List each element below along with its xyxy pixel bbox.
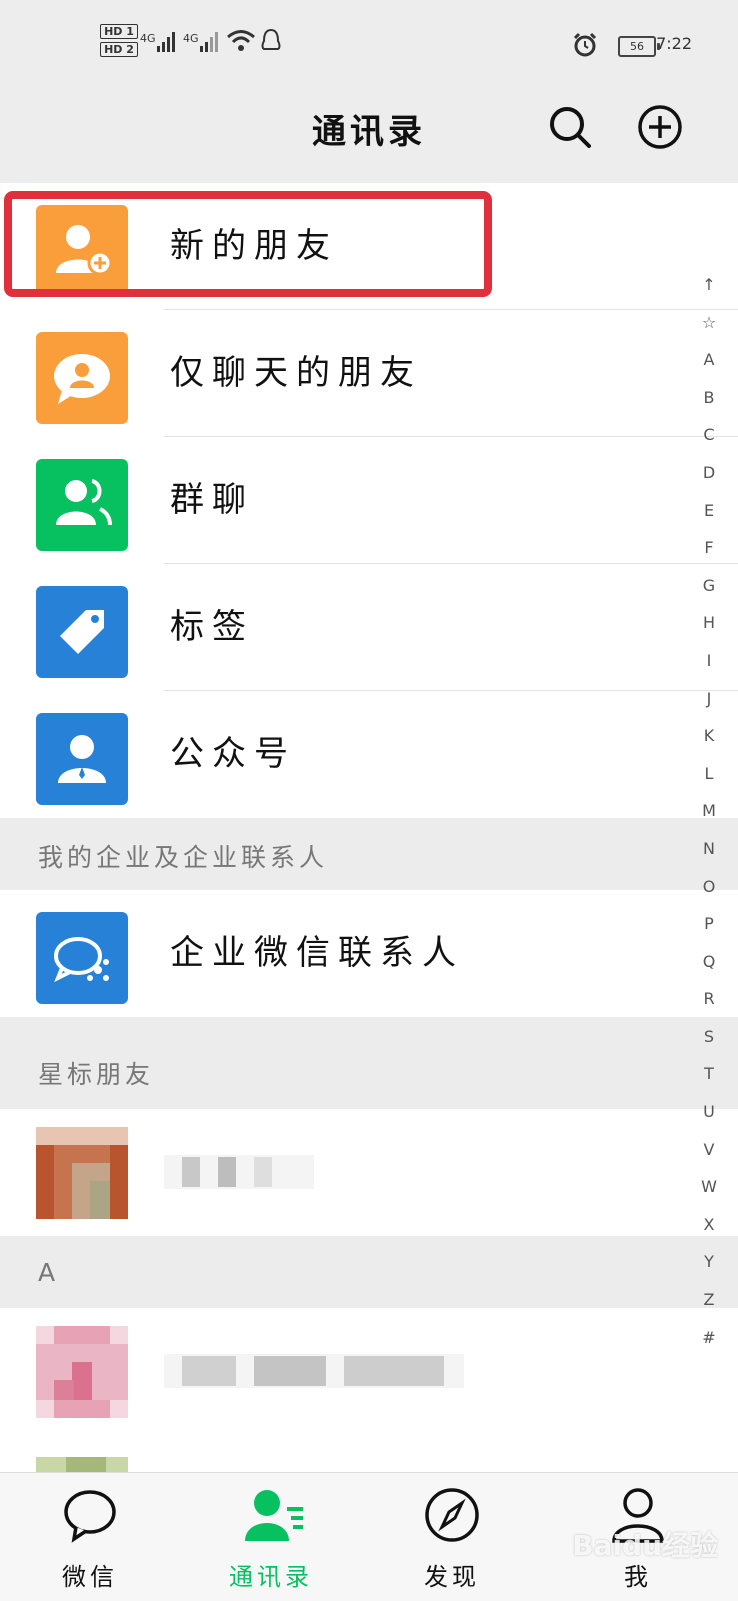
menu-tags[interactable]: 标签 [0, 564, 738, 691]
contact-row[interactable] [0, 1308, 738, 1435]
index-letter[interactable]: M [696, 792, 722, 830]
alarm-icon [573, 32, 597, 57]
index-letter[interactable]: O [696, 868, 722, 906]
alphabet-index[interactable]: ↑ ☆ A B C D E F G H I J K L M N O P Q R S T U V W X Y Z # [696, 266, 722, 1356]
chat-icon [64, 1490, 116, 1543]
contact-name-blurred [164, 1155, 314, 1189]
menu-label: 企业微信联系人 [170, 933, 464, 973]
signal-4g-icon: 4G [140, 32, 175, 52]
section-enterprise: 我的企业及企业联系人 [0, 818, 738, 890]
index-letter[interactable]: D [696, 454, 722, 492]
menu-label: 公众号 [170, 734, 296, 774]
sim2-badge: HD 2 [100, 42, 138, 57]
menu-wecom-contacts[interactable]: 企业微信联系人 [0, 890, 738, 1017]
menu-label: 群聊 [170, 480, 254, 520]
status-bar: HD 1 HD 2 4G 4G 56 7:22 [0, 22, 738, 62]
tab-discover[interactable]: 发现 [382, 1473, 522, 1601]
compass-icon [425, 1488, 479, 1542]
watermark: Baidu经验 [572, 1529, 718, 1562]
svg-text:4G: 4G [140, 32, 156, 45]
index-letter[interactable]: B [696, 379, 722, 417]
section-a: A [0, 1236, 738, 1308]
signal-4g-icon-2: 4G [183, 32, 218, 52]
section-title: 我的企业及企业联系人 [38, 843, 329, 872]
sim1-badge: HD 1 [100, 24, 138, 39]
index-letter[interactable]: H [696, 604, 722, 642]
index-letter[interactable]: J [696, 680, 722, 718]
index-letter[interactable]: W [696, 1168, 722, 1206]
search-icon[interactable] [546, 103, 594, 151]
chat-only-icon [36, 332, 128, 424]
index-letter[interactable]: Q [696, 943, 722, 981]
sim-badges: HD 1 HD 2 [100, 24, 138, 60]
index-letter[interactable]: I [696, 642, 722, 680]
page-title: 通讯录 [312, 112, 426, 152]
tab-label: 发现 [424, 1563, 480, 1591]
contact-name-blurred [164, 1354, 464, 1388]
menu-label: 仅聊天的朋友 [170, 353, 422, 393]
menu-group-chats[interactable]: 群聊 [0, 437, 738, 564]
index-letter[interactable]: # [696, 1319, 722, 1357]
avatar [36, 1326, 128, 1418]
index-letter[interactable]: C [696, 416, 722, 454]
wecom-icon [36, 912, 128, 1004]
add-circle-icon[interactable] [636, 103, 684, 151]
index-letter[interactable]: X [696, 1206, 722, 1244]
index-letter[interactable]: K [696, 717, 722, 755]
index-letter[interactable]: F [696, 529, 722, 567]
contact-row[interactable] [0, 1109, 738, 1236]
index-letter[interactable]: T [696, 1055, 722, 1093]
section-title: 星标朋友 [38, 1060, 155, 1089]
menu-label: 标签 [170, 607, 254, 647]
svg-text:4G: 4G [183, 32, 199, 45]
tab-label: 微信 [62, 1563, 118, 1591]
index-letter[interactable]: N [696, 830, 722, 868]
index-letter[interactable]: Y [696, 1243, 722, 1281]
tab-label: 通讯录 [229, 1563, 313, 1591]
wifi-icon [227, 30, 255, 51]
index-letter[interactable]: G [696, 567, 722, 605]
index-letter[interactable]: R [696, 980, 722, 1018]
section-title: A [38, 1258, 60, 1287]
avatar [36, 1457, 128, 1472]
contacts-icon [245, 1490, 303, 1541]
index-letter[interactable]: V [696, 1131, 722, 1169]
tab-chats[interactable]: 微信 [20, 1473, 160, 1601]
official-account-icon [36, 713, 128, 805]
index-letter[interactable]: L [696, 755, 722, 793]
section-starred: 星标朋友 [0, 1017, 738, 1109]
battery-indicator: 56 [618, 36, 660, 57]
menu-chat-only-friends[interactable]: 仅聊天的朋友 [0, 310, 738, 437]
index-letter[interactable]: S [696, 1018, 722, 1056]
menu-official-accounts[interactable]: 公众号 [0, 691, 738, 818]
index-letter[interactable]: ↑ [696, 266, 722, 304]
index-letter[interactable]: U [696, 1093, 722, 1131]
avatar [36, 1127, 128, 1219]
tag-icon [36, 586, 128, 678]
index-letter[interactable]: E [696, 492, 722, 530]
contact-row[interactable] [0, 1435, 738, 1472]
index-letter[interactable]: A [696, 341, 722, 379]
highlight-annotation [4, 191, 492, 297]
index-letter[interactable]: P [696, 905, 722, 943]
index-letter[interactable]: ☆ [696, 304, 722, 342]
group-chat-icon [36, 459, 128, 551]
clock: 7:22 [656, 34, 692, 53]
tab-contacts[interactable]: 通讯录 [201, 1473, 341, 1601]
qq-icon [261, 28, 281, 50]
index-letter[interactable]: Z [696, 1281, 722, 1319]
